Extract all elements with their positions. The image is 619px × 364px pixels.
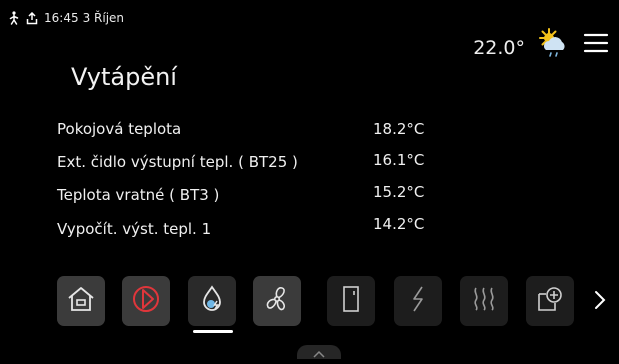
row-value-ext-sensor: 16.1°C	[373, 151, 425, 169]
heat-icon	[470, 285, 498, 317]
nav-fan-button[interactable]	[253, 276, 301, 326]
water-drop-icon	[199, 284, 225, 318]
home-icon	[66, 286, 96, 316]
menu-icon[interactable]	[583, 32, 609, 58]
partly-sunny-rain-icon	[535, 26, 573, 64]
nav-play-button[interactable]	[122, 276, 170, 326]
row-value-calc-supply: 14.2°C	[373, 215, 425, 233]
status-date: 3 Říjen	[82, 11, 125, 25]
upload-icon	[26, 11, 38, 25]
pull-up-handle[interactable]	[297, 345, 341, 359]
status-bar: 16:45 3 Říjen	[8, 11, 124, 25]
nav-door-button[interactable]	[327, 276, 375, 326]
row-label-calc-supply: Vypočít. výst. tepl. 1	[57, 220, 212, 238]
add-window-icon	[535, 285, 565, 317]
chevron-right-icon	[593, 291, 607, 316]
row-label-return-temp: Teplota vratné ( BT3 )	[57, 186, 220, 204]
door-icon	[341, 285, 361, 317]
row-value-return-temp: 15.2°C	[373, 183, 425, 201]
nav-add-button[interactable]	[526, 276, 574, 326]
outdoor-temperature: 22.0°	[473, 37, 525, 59]
lightning-icon	[408, 284, 428, 318]
status-time: 16:45	[44, 11, 79, 25]
page-title: Vytápění	[71, 63, 177, 91]
nav-home-button[interactable]	[57, 276, 105, 326]
bottom-nav	[0, 268, 619, 336]
row-label-room-temp: Pokojová teplota	[57, 120, 182, 138]
weather-area: 22.0°	[473, 26, 609, 64]
nav-heat-button[interactable]	[460, 276, 508, 326]
fan-icon	[261, 284, 293, 318]
nav-next-button[interactable]	[593, 288, 607, 316]
nav-power-button[interactable]	[394, 276, 442, 326]
row-label-ext-sensor: Ext. čidlo výstupní tepl. ( BT25 )	[57, 153, 298, 171]
nav-water-button[interactable]	[188, 276, 236, 326]
play-icon	[131, 284, 161, 318]
chevron-up-icon	[313, 350, 325, 358]
active-tab-indicator	[193, 330, 233, 333]
row-value-room-temp: 18.2°C	[373, 120, 425, 138]
walking-person-icon	[8, 11, 20, 25]
